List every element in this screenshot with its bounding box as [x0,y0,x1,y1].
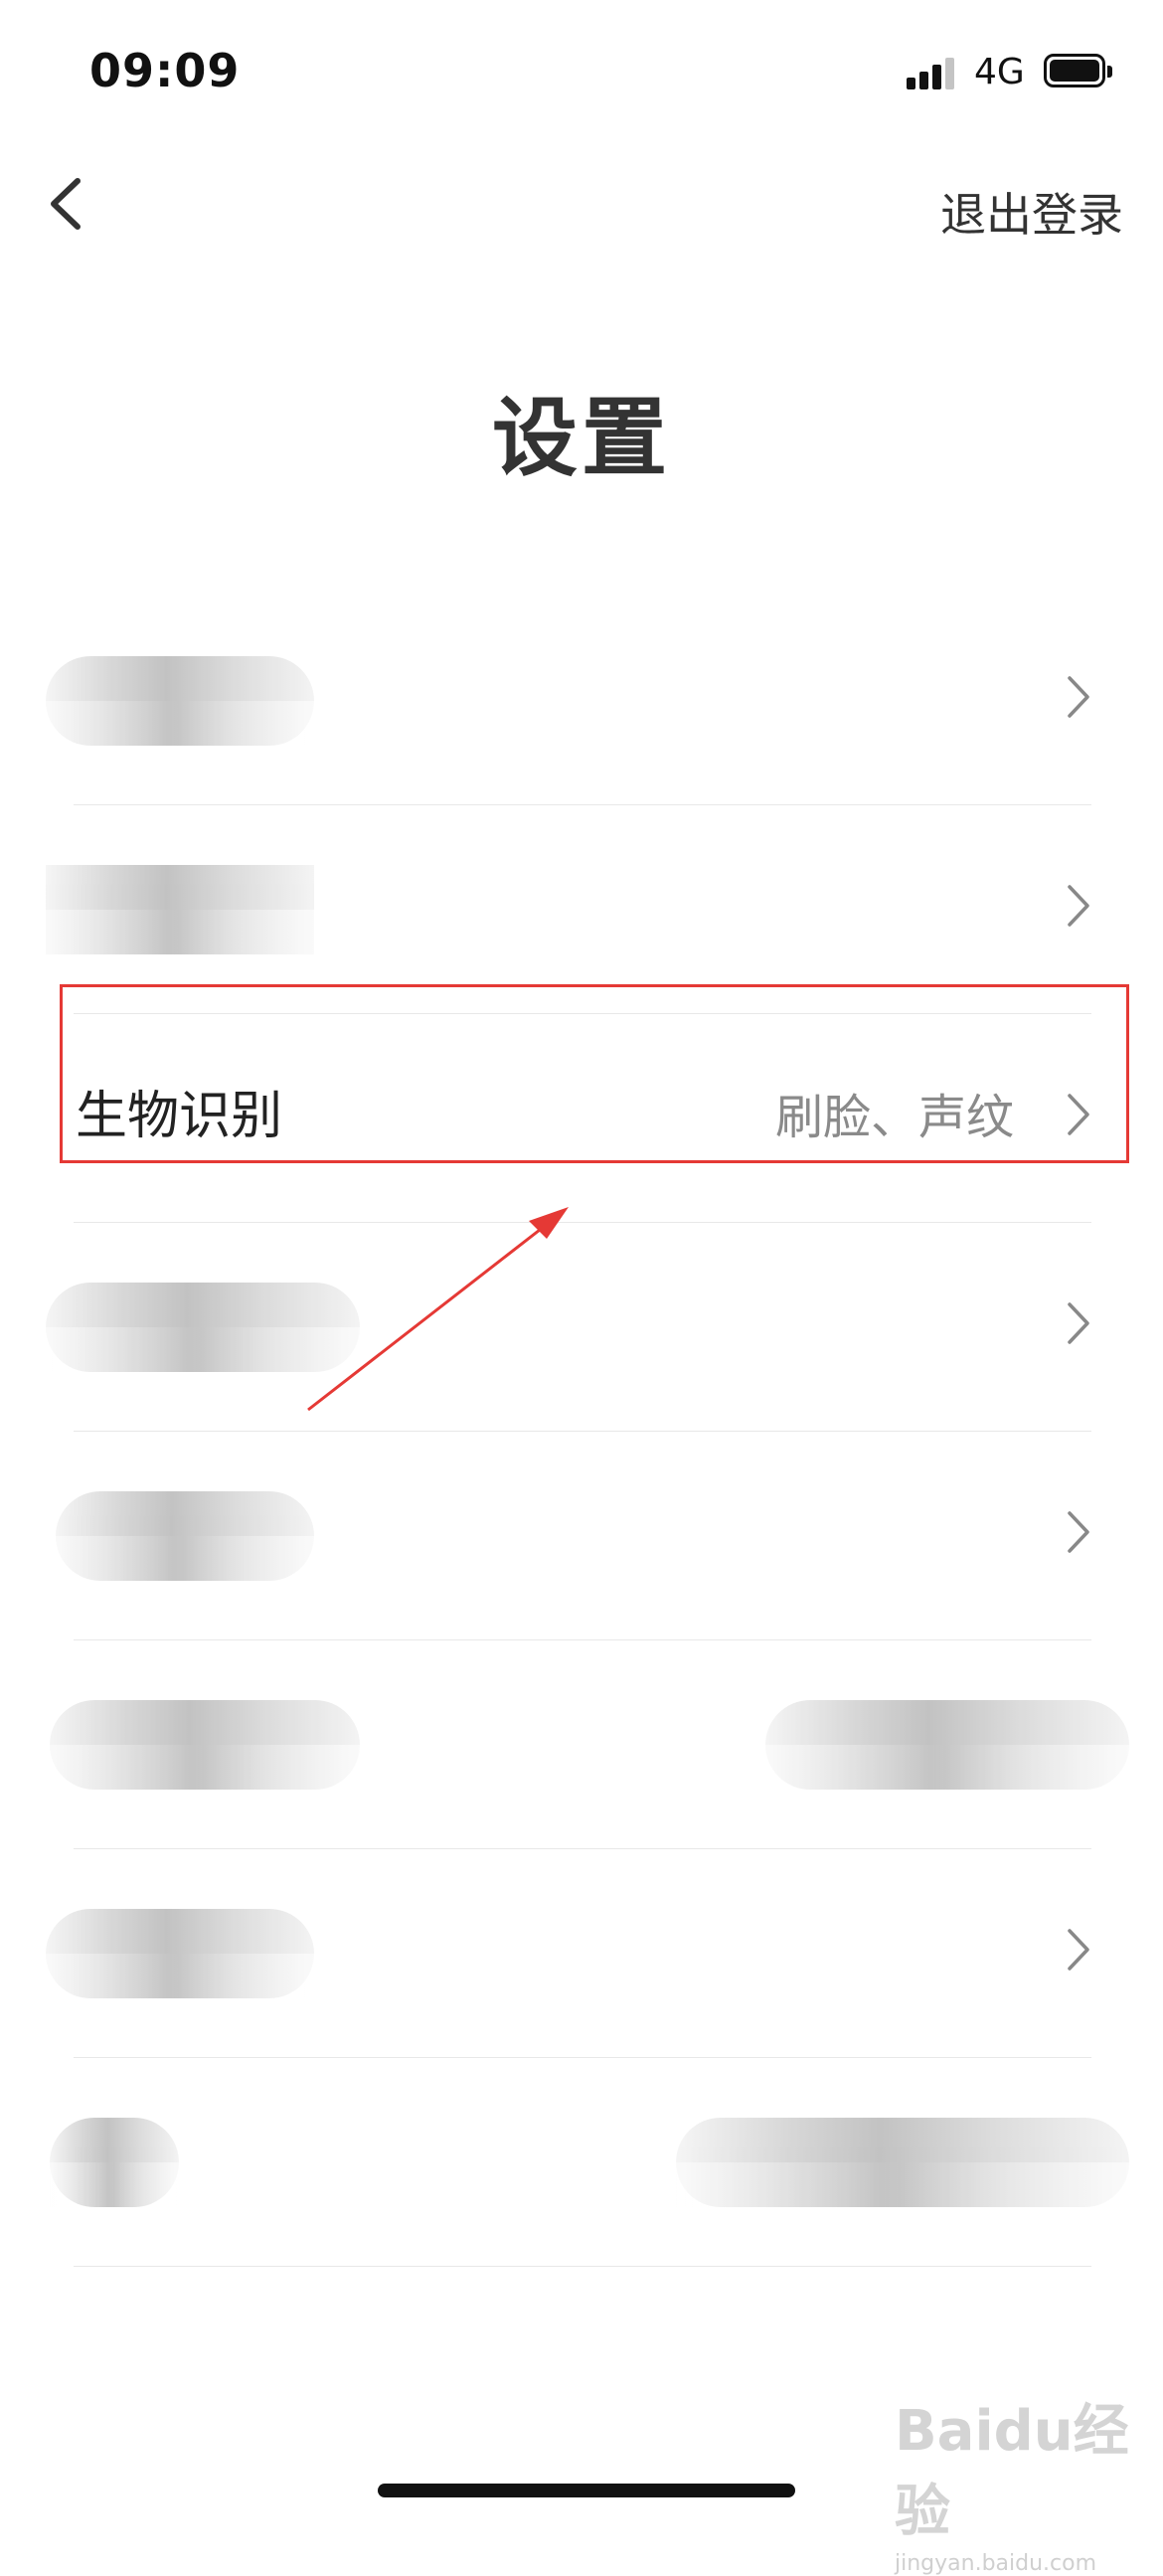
redacted-label [50,2118,179,2207]
settings-row[interactable] [0,1432,1163,1640]
chevron-right-icon [1068,1929,1089,1971]
settings-row[interactable] [0,1849,1163,2058]
redacted-value [765,1700,1129,1790]
watermark-url: jingyan.baidu.com [895,2551,1097,2576]
watermark-logo: Baidu经验 jingyan.baidu.com [895,2386,1163,2576]
settings-row[interactable] [0,805,1163,1014]
chevron-right-icon [1068,1302,1089,1344]
back-button[interactable] [40,169,99,239]
settings-row[interactable] [0,597,1163,805]
chevron-right-icon [1068,1511,1089,1553]
redacted-label [50,1700,360,1790]
redacted-label [46,1283,360,1372]
settings-list: 生物识别 刷脸、声纹 [0,597,1163,2267]
redacted-label [46,656,314,746]
navigation-bar: 退出登录 [0,149,1163,258]
chevron-right-icon [1068,885,1089,927]
annotation-highlight-box [60,984,1129,1163]
status-bar: 09:09 4G [0,0,1163,139]
status-time: 09:09 [89,44,241,97]
signal-strength-icon [907,58,956,89]
redacted-label [46,1909,314,1998]
redacted-label [46,865,314,954]
redacted-label [56,1491,314,1581]
network-type: 4G [974,52,1025,92]
watermark-brand: Baidu经验 [895,2399,1129,2544]
battery-icon [1044,54,1112,87]
page-title: 设置 [492,389,671,488]
home-indicator[interactable] [378,2484,795,2497]
chevron-right-icon [1068,676,1089,718]
chevron-left-icon [51,178,81,230]
settings-row[interactable] [0,2058,1163,2267]
logout-button[interactable]: 退出登录 [940,179,1123,245]
redacted-value [676,2118,1129,2207]
settings-row[interactable] [0,1223,1163,1432]
settings-row[interactable] [0,1640,1163,1849]
